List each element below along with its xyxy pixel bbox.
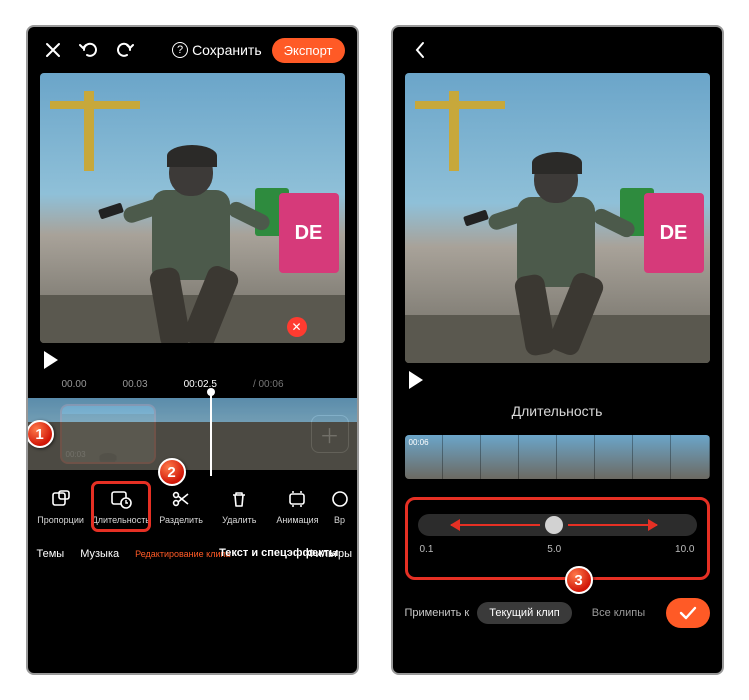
- filmstrip[interactable]: 00:06: [405, 435, 710, 479]
- arrow-left-icon: [451, 524, 540, 526]
- playhead[interactable]: [210, 392, 212, 476]
- filmstrip-duration: 00:06: [409, 438, 429, 447]
- remove-clip-icon[interactable]: ✕: [287, 317, 307, 337]
- annotation-2: 2: [158, 458, 186, 486]
- tool-row: 2 Пропорции Длительность Разделить Удали…: [28, 472, 357, 535]
- duration-screen: DE Длительность 00:06 0.1 5.0 10.0 3 При…: [391, 25, 724, 675]
- save-label: Сохранить: [192, 42, 262, 58]
- duration-icon: [110, 488, 132, 510]
- timecode-bar: 00.00 00.03 00:02.5/ 00:06: [28, 377, 357, 392]
- panel-title: Длительность: [393, 397, 722, 429]
- editor-screen: ? Сохранить Экспорт DE ✕ 00.00 00.03 00:…: [26, 25, 359, 675]
- play-row: [28, 343, 357, 377]
- slider-thumb[interactable]: [545, 516, 563, 534]
- arrow-right-icon: [568, 524, 657, 526]
- scale-max: 10.0: [675, 544, 694, 555]
- video-preview[interactable]: DE: [405, 73, 710, 363]
- duration-slider-area: 0.1 5.0 10.0: [405, 497, 710, 580]
- animation-icon: [286, 488, 308, 510]
- duration-slider[interactable]: [418, 514, 697, 536]
- apply-all-clips[interactable]: Все клипы: [580, 602, 657, 624]
- scale-min: 0.1: [420, 544, 434, 555]
- clip-2[interactable]: [162, 406, 254, 462]
- bottom-tabs: Темы Музыка Редактирование клипа Текст и…: [28, 535, 357, 573]
- tab-edit-clip[interactable]: Редактирование клипа: [130, 546, 208, 562]
- tc-0: 00.00: [62, 379, 87, 390]
- close-icon[interactable]: [40, 37, 66, 63]
- tool-time[interactable]: Вр: [329, 482, 351, 531]
- topbar: ? Сохранить Экспорт: [28, 27, 357, 73]
- tc-total: / 00:06: [253, 379, 284, 390]
- apply-current-clip[interactable]: Текущий клип: [477, 602, 572, 624]
- billboard-graphic: DE: [644, 193, 704, 273]
- tool-proportions[interactable]: Пропорции: [34, 482, 88, 531]
- play-icon[interactable]: [44, 351, 58, 369]
- apply-row: 3 Применить к Текущий клип Все клипы: [393, 580, 722, 638]
- tool-delete[interactable]: Удалить: [212, 482, 266, 531]
- annotation-3: 3: [565, 566, 593, 594]
- tc-3: 00.03: [123, 379, 148, 390]
- tab-themes[interactable]: Темы: [32, 545, 70, 563]
- play-icon[interactable]: [409, 371, 423, 389]
- tool-split[interactable]: Разделить: [154, 482, 208, 531]
- billboard-graphic: DE: [279, 193, 339, 273]
- scissors-icon: [170, 488, 192, 510]
- back-icon[interactable]: [407, 37, 433, 63]
- scale-mid: 5.0: [547, 544, 561, 555]
- tool-duration[interactable]: Длительность: [92, 482, 150, 531]
- apply-label: Применить к: [405, 607, 470, 619]
- back-row: [393, 27, 722, 73]
- timeline[interactable]: 1 00:03 ＋: [28, 398, 357, 470]
- help-icon: ?: [172, 42, 188, 58]
- slider-scale: 0.1 5.0 10.0: [418, 544, 697, 555]
- proportions-icon: [50, 488, 72, 510]
- video-preview[interactable]: DE ✕: [40, 73, 345, 343]
- tool-animation[interactable]: Анимация: [270, 482, 324, 531]
- check-icon: [679, 606, 697, 620]
- annotation-1: 1: [26, 420, 54, 448]
- trash-icon: [228, 488, 250, 510]
- tab-music[interactable]: Музыка: [75, 545, 124, 563]
- tab-filters[interactable]: Фильтры: [302, 545, 357, 563]
- clock-icon: [329, 488, 351, 510]
- confirm-button[interactable]: [666, 598, 710, 628]
- undo-icon[interactable]: [76, 37, 102, 63]
- play-row: [393, 363, 722, 397]
- export-button[interactable]: Экспорт: [272, 38, 345, 63]
- save-button[interactable]: ? Сохранить: [172, 42, 262, 58]
- redo-icon[interactable]: [112, 37, 138, 63]
- tab-text-fx[interactable]: Текст и спецэффекты: [214, 545, 296, 563]
